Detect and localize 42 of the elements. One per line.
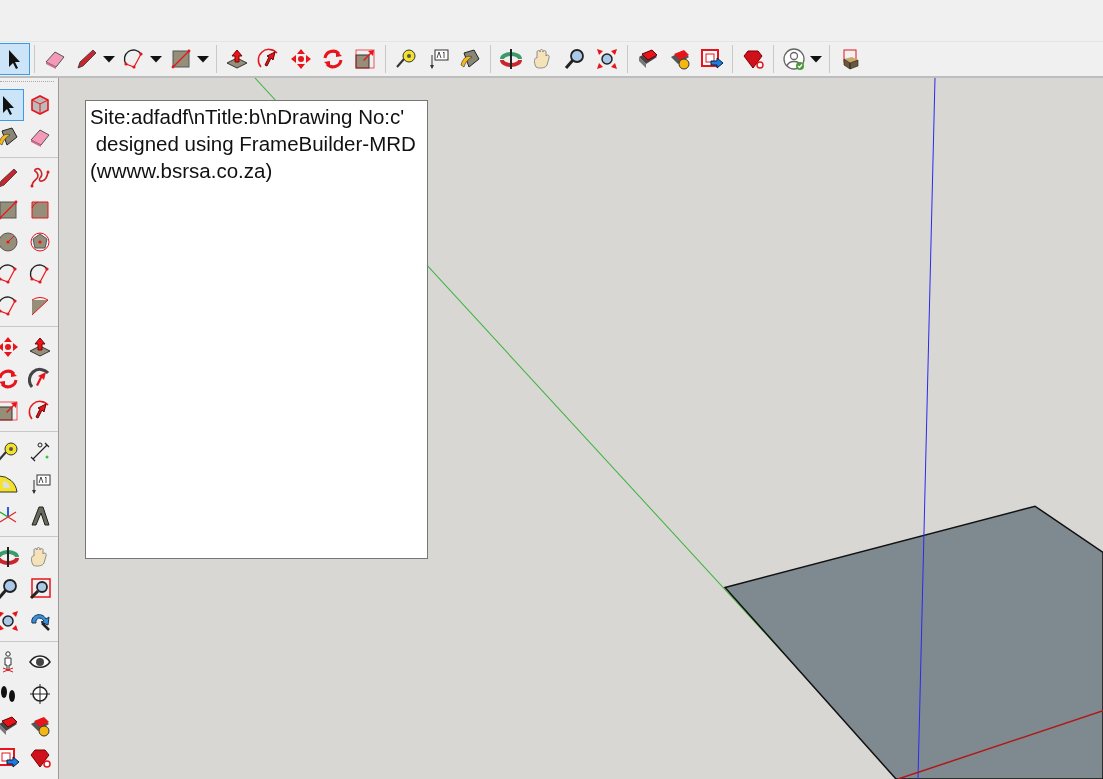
protractor-icon xyxy=(0,472,20,496)
move-arrows-icon xyxy=(0,335,20,359)
gem-icon xyxy=(28,746,52,770)
select-arrow-tool-button[interactable] xyxy=(0,43,30,75)
squiggle-icon xyxy=(28,166,52,190)
note-text-line: Site:adfadf\nTitle:b\nDrawing No:c' xyxy=(90,104,406,130)
orbit-icon xyxy=(499,47,523,71)
pencil-icon xyxy=(0,166,20,190)
document-arrow-icon xyxy=(700,47,724,71)
rotate-arrows-icon xyxy=(0,367,20,391)
dimension-icon xyxy=(28,440,52,464)
scale-box-icon xyxy=(353,47,377,71)
polygon-icon xyxy=(28,230,52,254)
drawing-canvas[interactable]: Site:adfadf\nTitle:b\nDrawing No:c' designed using FrameBuilder-MRD (wwww.bsrsa.co.za) xyxy=(59,78,1103,779)
gem-icon xyxy=(741,47,765,71)
text-note[interactable]: Site:adfadf\nTitle:b\nDrawing No:c' designed using FrameBuilder-MRD (wwww.bsrsa.co.za) xyxy=(85,100,428,559)
cube-icon xyxy=(28,93,52,117)
user-icon xyxy=(782,47,806,71)
curved-arrow-icon xyxy=(28,367,52,391)
zoom-extents-icon xyxy=(595,47,619,71)
rectangle-icon xyxy=(0,198,20,222)
push-pull-icon xyxy=(28,335,52,359)
zoom-window-icon xyxy=(28,577,52,601)
scale-box-icon xyxy=(0,399,20,423)
move-arrows-icon xyxy=(289,47,313,71)
pencil-icon xyxy=(75,47,99,71)
rotate-arrows-icon xyxy=(321,47,345,71)
document-arrow-icon xyxy=(0,746,20,770)
rectangle-icon xyxy=(169,47,193,71)
orbit-icon xyxy=(0,545,20,569)
zoom-extents-icon xyxy=(0,609,20,633)
push-pull-icon xyxy=(225,47,249,71)
note-text-line: (wwww.bsrsa.co.za) xyxy=(90,158,274,184)
paint-bucket-icon xyxy=(458,47,482,71)
zoom-icon xyxy=(0,577,20,601)
paint-bucket-icon xyxy=(0,125,20,149)
rectangle-arc-icon xyxy=(28,198,52,222)
letter-a-icon xyxy=(28,504,52,528)
note-text-line: designed using FrameBuilder-MRD xyxy=(94,131,417,157)
crosshair-icon xyxy=(28,682,52,706)
select-arrow-tool-button[interactable] xyxy=(0,89,24,121)
zoom-icon xyxy=(563,47,587,71)
